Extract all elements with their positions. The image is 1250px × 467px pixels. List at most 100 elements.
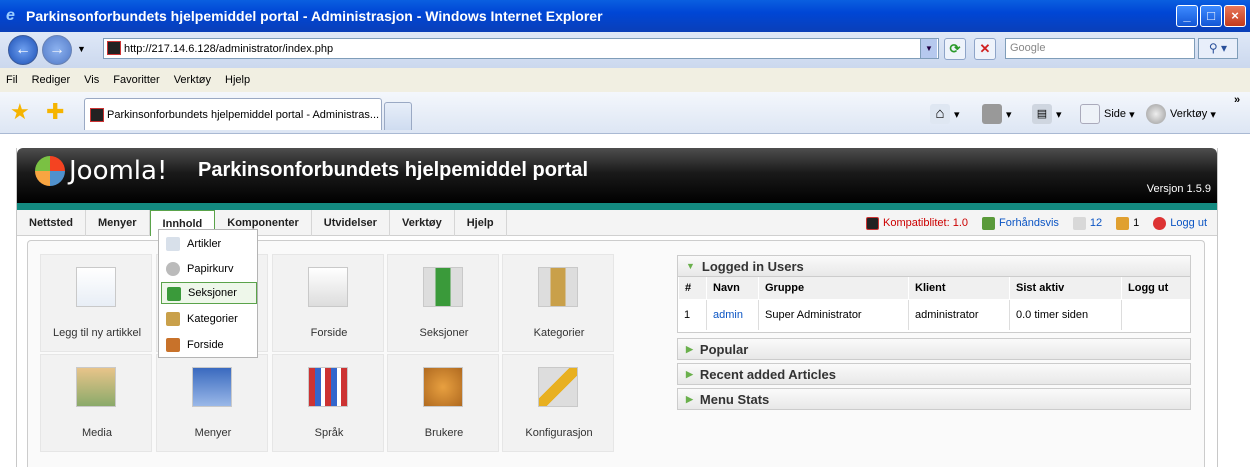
menu-stats-panel[interactable]: ▶ Menu Stats: [677, 388, 1191, 410]
user-link[interactable]: admin: [706, 300, 758, 330]
messages-count: 12: [1089, 217, 1103, 229]
users-icon: [1116, 216, 1130, 230]
joomla-compat-icon: [866, 216, 879, 230]
media-button[interactable]: Media: [40, 354, 152, 452]
joomla-favicon-icon: [107, 41, 121, 55]
menu-fil[interactable]: Fil: [6, 74, 18, 86]
expanded-triangle-icon: ▼: [686, 261, 695, 271]
categories-button[interactable]: Kategorier: [502, 254, 614, 352]
col-number: #: [678, 277, 704, 299]
dropdown-label: Artikler: [187, 238, 222, 250]
menu-vis[interactable]: Vis: [84, 74, 99, 86]
users-button[interactable]: Brukere: [387, 354, 499, 452]
dropdown-item-papirkurv[interactable]: Papirkurv: [161, 258, 257, 280]
sections-icon: [167, 287, 181, 301]
messages-link[interactable]: 12: [1072, 216, 1103, 230]
languages-button[interactable]: Språk: [272, 354, 384, 452]
menu-menyer[interactable]: Menyer: [86, 210, 150, 236]
search-input[interactable]: Google: [1005, 38, 1195, 59]
printer-icon: ▤: [1032, 104, 1052, 124]
preview-link[interactable]: Forhåndsvis: [982, 216, 1059, 230]
preview-label: Forhåndsvis: [999, 217, 1059, 229]
media-icon: [76, 367, 116, 407]
logout-icon: [1153, 216, 1167, 230]
home-button[interactable]: ⌂ ▾: [930, 104, 960, 124]
refresh-button[interactable]: ⟳: [944, 38, 966, 60]
menu-verktoy[interactable]: Verktøy: [390, 210, 455, 236]
site-name: Parkinsonforbundets hjelpemiddel portal: [198, 159, 589, 181]
minimize-button[interactable]: _: [1176, 5, 1198, 27]
col-group: Gruppe: [758, 277, 908, 299]
joomla-favicon-icon: [90, 108, 104, 122]
dropdown-item-artikler[interactable]: Artikler: [161, 233, 257, 255]
menu-hjelp[interactable]: Hjelp: [455, 210, 507, 236]
status-bar: Kompatiblitet: 1.0 Forhåndsvis 12 1 Logg…: [852, 210, 1207, 236]
new-tab-button[interactable]: [384, 102, 412, 130]
flags-icon: [308, 367, 348, 407]
panel-title: Logged in Users: [701, 258, 804, 274]
page-menu[interactable]: Side ▾: [1080, 104, 1135, 124]
sections-icon: [423, 267, 463, 307]
logged-in-users-panel[interactable]: ▼ Logged in Users: [677, 255, 1191, 277]
configuration-label: Konfigurasjon: [525, 427, 593, 439]
favorites-star-icon[interactable]: ★: [10, 101, 30, 123]
compat-label: Kompatiblitet: 1.0: [883, 217, 968, 229]
close-button[interactable]: ×: [1224, 5, 1246, 27]
browser-menu-bar: Fil Rediger Vis Favoritter Verktøy Hjelp: [0, 68, 1250, 92]
dropdown-item-seksjoner[interactable]: Seksjoner: [161, 282, 257, 304]
add-favorite-icon[interactable]: ✚: [46, 101, 64, 123]
tab-title: Parkinsonforbundets hjelpemiddel portal …: [107, 108, 380, 121]
joomla-logo-text: Joomla!: [69, 156, 168, 186]
menu-hjelp[interactable]: Hjelp: [225, 74, 250, 86]
gear-icon: [1146, 104, 1166, 124]
cell-last-active: 0.0 timer siden: [1009, 300, 1121, 330]
menu-nettsted[interactable]: Nettsted: [17, 210, 87, 236]
back-button[interactable]: ←: [8, 35, 38, 65]
recent-articles-panel[interactable]: ▶ Recent added Articles: [677, 363, 1191, 385]
menu-verktoy[interactable]: Verktøy: [174, 74, 211, 86]
add-article-button[interactable]: Legg til ny artikkel: [40, 254, 152, 352]
articles-icon: [166, 237, 180, 251]
users-label: Brukere: [424, 427, 464, 439]
dropdown-item-forside[interactable]: Forside: [161, 334, 257, 356]
tools-menu[interactable]: Verktøy ▾: [1146, 104, 1216, 124]
users-count: 1: [1133, 217, 1140, 229]
sections-button[interactable]: Seksjoner: [387, 254, 499, 352]
joomla-logo: Joomla!: [35, 156, 167, 186]
dropdown-item-kategorier[interactable]: Kategorier: [161, 308, 257, 330]
toolbar-overflow-icon[interactable]: »: [1234, 94, 1240, 106]
menu-favoritter[interactable]: Favoritter: [113, 74, 159, 86]
history-dropdown-icon[interactable]: ▼: [77, 44, 86, 54]
cell-group: Super Administrator: [758, 300, 908, 330]
feeds-button[interactable]: ▾: [982, 104, 1012, 124]
maximize-button[interactable]: □: [1200, 5, 1222, 27]
address-dropdown-icon[interactable]: ▼: [920, 39, 937, 58]
forward-button[interactable]: →: [42, 35, 72, 65]
configuration-button[interactable]: Konfigurasjon: [502, 354, 614, 452]
joomla-header: Joomla! Parkinsonforbundets hjelpemiddel…: [17, 148, 1217, 203]
joomla-logo-icon: [35, 156, 65, 186]
house-icon: [166, 338, 180, 352]
menu-rediger[interactable]: Rediger: [32, 74, 71, 86]
menus-button[interactable]: Menyer: [156, 354, 268, 452]
frontpage-label: Forside: [310, 327, 348, 339]
stop-button[interactable]: ✕: [974, 38, 996, 60]
logout-link[interactable]: Logg ut: [1153, 216, 1207, 230]
languages-label: Språk: [314, 427, 344, 439]
search-button[interactable]: ⚲ ▾: [1198, 38, 1238, 59]
innhold-dropdown: Artikler Papirkurv Seksjoner Kategorier …: [158, 229, 258, 358]
frontpage-button[interactable]: Forside: [272, 254, 384, 352]
header-stripe: [17, 203, 1217, 210]
address-field[interactable]: http://217.14.6.128/administrator/index.…: [103, 38, 939, 59]
popular-panel[interactable]: ▶ Popular: [677, 338, 1191, 360]
browser-tab-active[interactable]: Parkinsonforbundets hjelpemiddel portal …: [84, 98, 382, 130]
cell-number: 1: [684, 309, 691, 321]
print-button[interactable]: ▤ ▾: [1032, 104, 1062, 124]
menu-utvidelser[interactable]: Utvidelser: [312, 210, 390, 236]
version-label: Versjon 1.5.9: [1146, 183, 1211, 195]
tab-toolbar: ★ ✚ Parkinsonforbundets hjelpemiddel por…: [0, 92, 1250, 134]
page-icon: [1080, 104, 1100, 124]
menus-icon: [192, 367, 232, 407]
collapsed-triangle-icon: ▶: [686, 343, 693, 354]
tools-icon: [538, 367, 578, 407]
